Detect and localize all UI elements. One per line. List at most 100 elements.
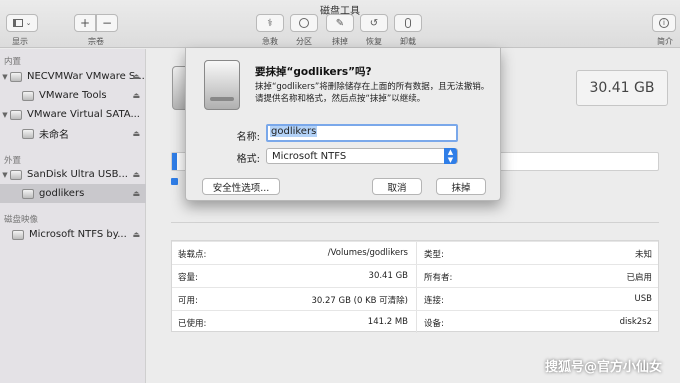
sidebar-item-sandisk[interactable]: ▼ SanDisk Ultra USB... ⏏ bbox=[0, 165, 146, 184]
erase-icon: ✎ bbox=[335, 17, 345, 29]
eject-icon[interactable]: ⏏ bbox=[132, 72, 140, 81]
usage-bar-fill bbox=[172, 153, 177, 170]
external-disk-icon bbox=[204, 60, 240, 110]
restore-label: 恢复 bbox=[366, 37, 382, 46]
erase-dialog: 要抹掉“godlikers”吗? 抹掉“godlikers”将删除储存在上面的所… bbox=[185, 48, 501, 201]
sidebar-item-label: NECVMWar VMware S... bbox=[27, 71, 145, 82]
restore-button[interactable]: ↺ bbox=[360, 14, 388, 32]
sidebar-icon bbox=[12, 19, 23, 27]
divider bbox=[171, 222, 659, 223]
erase-button[interactable]: 抹掉 bbox=[436, 178, 486, 195]
info-label: 容量: bbox=[178, 273, 198, 283]
sidebar-item-label: VMware Virtual SATA... bbox=[27, 109, 140, 120]
watermark: 搜狐号@官方小仙女 bbox=[544, 360, 662, 375]
info-label: 装载点: bbox=[178, 250, 207, 260]
format-select[interactable]: Microsoft NTFS ▲ ▼ bbox=[266, 148, 458, 164]
usage-legend-swatch bbox=[171, 178, 178, 185]
table-row: 装载点: /Volumes/godlikers 类型: 未知 bbox=[172, 241, 658, 264]
section-internal: 内置 bbox=[4, 57, 22, 67]
chevron-down-icon: ⌄ bbox=[25, 19, 32, 27]
info-value: 30.41 GB bbox=[368, 271, 408, 281]
disk-image-icon bbox=[12, 229, 24, 240]
sidebar-item-label: SanDisk Ultra USB... bbox=[27, 169, 128, 180]
sidebar-item-vmware-sata[interactable]: ▼ VMware Virtual SATA... bbox=[0, 105, 146, 124]
sidebar: 内置 ▼ NECVMWar VMware S... ⏏ VMware Tools… bbox=[0, 49, 146, 383]
info-label: 简介 bbox=[657, 37, 673, 46]
sidebar-item-ntfs-image[interactable]: Microsoft NTFS by... ⏏ bbox=[0, 225, 146, 244]
unmount-button[interactable] bbox=[394, 14, 422, 32]
info-value: /Volumes/godlikers bbox=[327, 248, 408, 258]
cancel-button[interactable]: 取消 bbox=[372, 178, 422, 195]
disk-icon bbox=[10, 71, 22, 82]
dialog-message: 抹掉“godlikers”将删除储存在上面的所有数据，且无法撤销。请提供名称和格… bbox=[255, 82, 490, 104]
disclosure-triangle-icon[interactable]: ▼ bbox=[0, 73, 10, 81]
info-value: 已启用 bbox=[626, 273, 652, 283]
info-icon: i bbox=[659, 18, 669, 28]
disk-icon bbox=[10, 109, 22, 120]
sidebar-item-untitled[interactable]: 未命名 ⏏ bbox=[0, 124, 146, 143]
info-value: 141.2 MB bbox=[367, 317, 408, 327]
remove-volume-button[interactable]: − bbox=[96, 14, 118, 32]
unmount-label: 卸载 bbox=[400, 37, 416, 46]
info-label: 设备: bbox=[424, 319, 444, 329]
stethoscope-icon: ⚕ bbox=[267, 17, 273, 29]
firstaid-label: 急救 bbox=[262, 37, 278, 46]
info-value: 30.27 GB (0 KB 可清除) bbox=[311, 296, 408, 306]
eject-icon[interactable]: ⏏ bbox=[132, 129, 140, 138]
table-row: 已使用: 141.2 MB 设备: disk2s2 bbox=[172, 310, 658, 333]
eject-icon[interactable]: ⏏ bbox=[132, 189, 140, 198]
sidebar-item-vmware-tools[interactable]: VMware Tools ⏏ bbox=[0, 86, 146, 105]
toolbar: 磁盘工具 ⌄ 显示 + − 宗卷 ⚕ 急救 分区 ✎ 抹掉 ↺ 恢复 卸载 i … bbox=[0, 0, 680, 48]
chevron-updown-icon: ▲ ▼ bbox=[444, 148, 457, 164]
name-field[interactable]: godlikers bbox=[266, 124, 458, 142]
format-label: 格式: bbox=[236, 154, 260, 165]
info-table: 装载点: /Volumes/godlikers 类型: 未知 容量: 30.41… bbox=[171, 240, 659, 333]
capacity-badge: 30.41 GB bbox=[576, 70, 668, 106]
partition-label: 分区 bbox=[296, 37, 312, 46]
disclosure-triangle-icon[interactable]: ▼ bbox=[0, 111, 10, 119]
name-field-value: godlikers bbox=[270, 126, 318, 137]
info-value: USB bbox=[634, 294, 652, 304]
sidebar-item-label: Microsoft NTFS by... bbox=[29, 229, 127, 240]
table-row: 可用: 30.27 GB (0 KB 可清除) 连接: USB bbox=[172, 287, 658, 310]
plus-icon: + bbox=[79, 16, 91, 30]
sidebar-item-godlikers[interactable]: godlikers ⏏ bbox=[0, 184, 146, 203]
partition-button[interactable] bbox=[290, 14, 318, 32]
info-label: 可用: bbox=[178, 296, 198, 306]
eject-icon[interactable]: ⏏ bbox=[132, 91, 140, 100]
sidebar-item-necvmwar[interactable]: ▼ NECVMWar VMware S... ⏏ bbox=[0, 67, 146, 86]
info-button[interactable]: i bbox=[652, 14, 676, 32]
eject-icon[interactable]: ⏏ bbox=[132, 170, 140, 179]
disclosure-triangle-icon[interactable]: ▼ bbox=[0, 171, 10, 179]
table-row: 容量: 30.41 GB 所有者: 已启用 bbox=[172, 264, 658, 287]
info-value: disk2s2 bbox=[619, 317, 652, 327]
eject-icon[interactable]: ⏏ bbox=[132, 230, 140, 239]
sidebar-item-label: godlikers bbox=[39, 188, 85, 199]
info-label: 已使用: bbox=[178, 319, 207, 329]
view-button[interactable]: ⌄ bbox=[6, 14, 38, 32]
info-label: 连接: bbox=[424, 296, 444, 306]
info-label: 所有者: bbox=[424, 273, 453, 283]
erase-toolbar-button[interactable]: ✎ bbox=[326, 14, 354, 32]
sidebar-item-label: VMware Tools bbox=[39, 90, 107, 101]
pie-chart-icon bbox=[299, 18, 309, 28]
volume-icon bbox=[22, 90, 34, 101]
view-label: 显示 bbox=[12, 37, 28, 46]
name-label: 名称: bbox=[236, 132, 260, 143]
info-value: 未知 bbox=[634, 250, 652, 260]
info-label: 类型: bbox=[424, 250, 444, 260]
usb-disk-icon bbox=[10, 169, 22, 180]
unmount-icon bbox=[405, 18, 411, 28]
minus-icon: − bbox=[101, 16, 113, 30]
volume-icon bbox=[22, 128, 34, 139]
sidebar-item-label: 未命名 bbox=[39, 130, 69, 141]
firstaid-button[interactable]: ⚕ bbox=[256, 14, 284, 32]
add-volume-button[interactable]: + bbox=[74, 14, 96, 32]
section-disk-images: 磁盘映像 bbox=[4, 215, 39, 225]
restore-icon: ↺ bbox=[369, 17, 379, 29]
dialog-title: 要抹掉“godlikers”吗? bbox=[255, 66, 372, 78]
format-select-value: Microsoft NTFS bbox=[272, 150, 347, 162]
security-options-button[interactable]: 安全性选项... bbox=[202, 178, 280, 195]
volume-icon bbox=[22, 188, 34, 199]
volume-label: 宗卷 bbox=[88, 37, 104, 46]
